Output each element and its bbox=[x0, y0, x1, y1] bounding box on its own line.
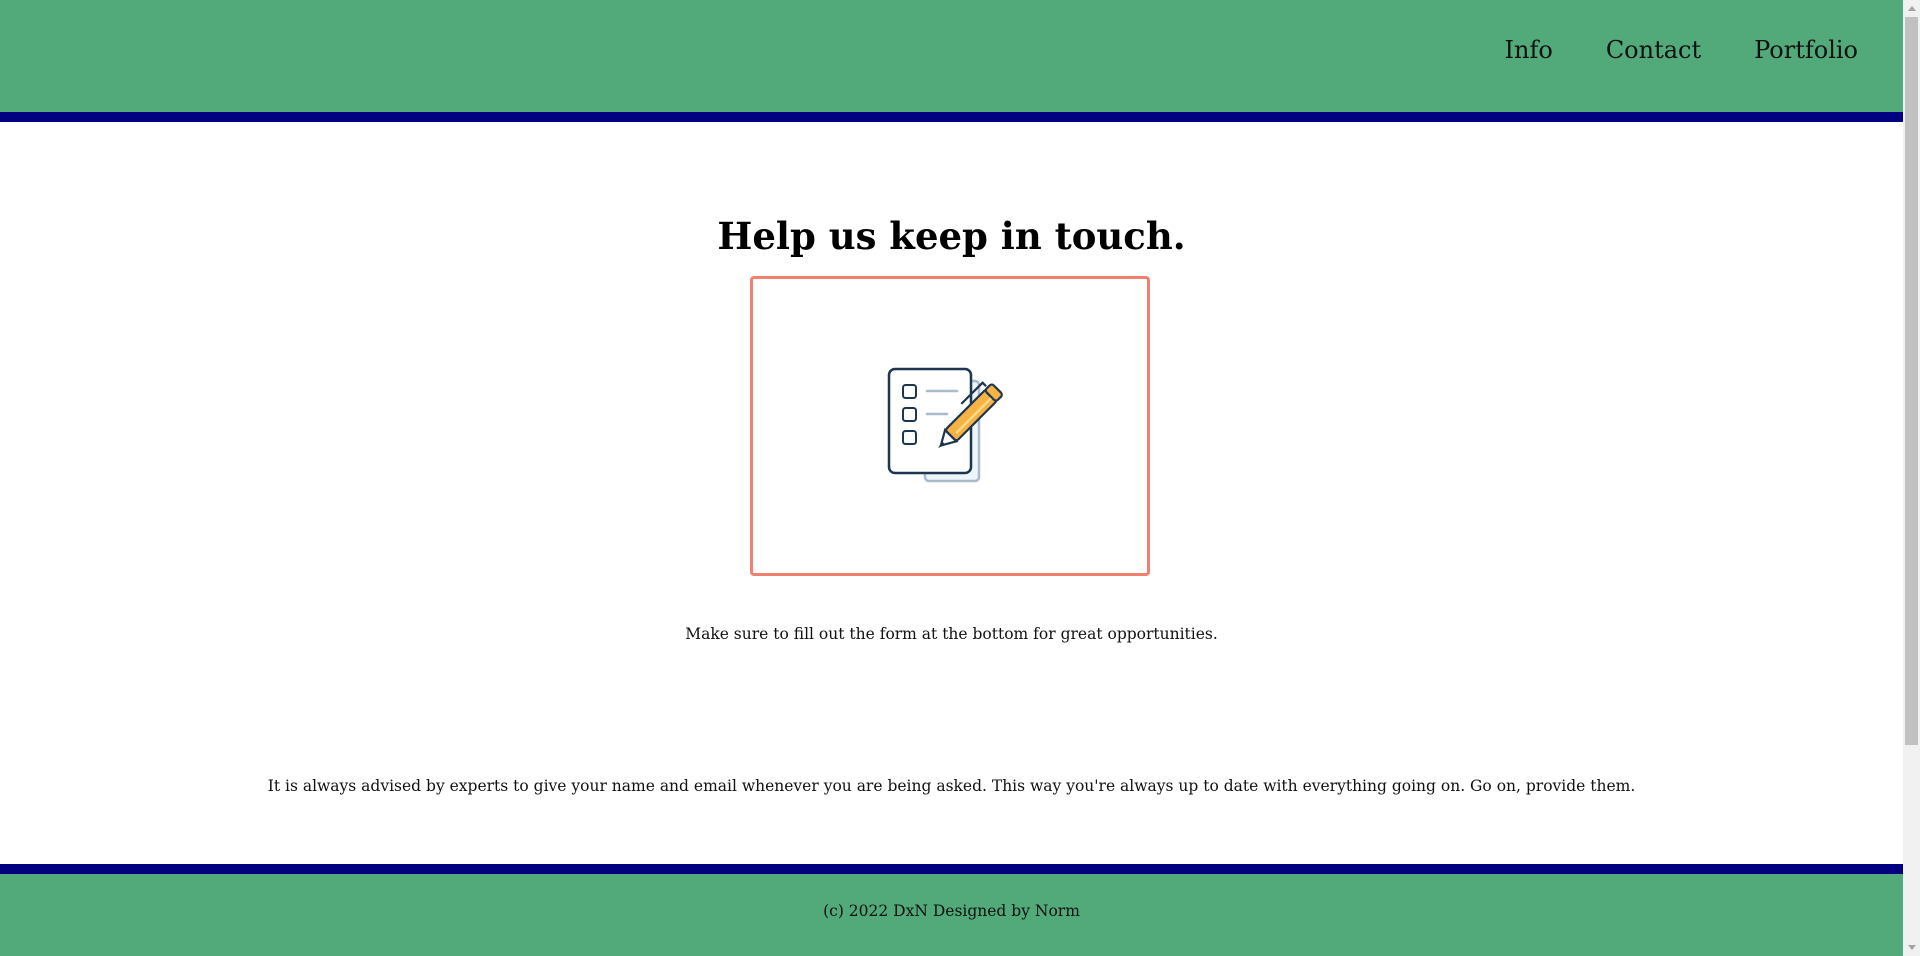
site-footer: (c) 2022 DxN Designed by Norm bbox=[0, 864, 1903, 956]
copyright-text: (c) 2022 DxN Designed by Norm bbox=[823, 902, 1080, 920]
main-nav: Info Contact Portfolio bbox=[1505, 36, 1858, 64]
lead-text: Make sure to fill out the form at the bo… bbox=[685, 624, 1218, 643]
nav-link-info[interactable]: Info bbox=[1505, 36, 1553, 64]
form-illustration-frame bbox=[750, 276, 1150, 576]
page: Info Contact Portfolio Help us keep in t… bbox=[0, 0, 1903, 956]
scroll-down-button[interactable] bbox=[1903, 939, 1920, 956]
nav-link-portfolio[interactable]: Portfolio bbox=[1754, 36, 1858, 64]
site-header: Info Contact Portfolio bbox=[0, 0, 1903, 122]
scrollbar-thumb[interactable] bbox=[1905, 17, 1918, 745]
page-title: Help us keep in touch. bbox=[717, 214, 1186, 258]
arrow-up-icon bbox=[1907, 6, 1916, 11]
vertical-scrollbar[interactable] bbox=[1903, 0, 1920, 956]
arrow-down-icon bbox=[1907, 945, 1916, 950]
scroll-up-button[interactable] bbox=[1903, 0, 1920, 17]
checklist-with-pen-icon bbox=[887, 367, 1003, 483]
nav-link-contact[interactable]: Contact bbox=[1606, 36, 1701, 64]
advice-text: It is always advised by experts to give … bbox=[267, 776, 1636, 795]
